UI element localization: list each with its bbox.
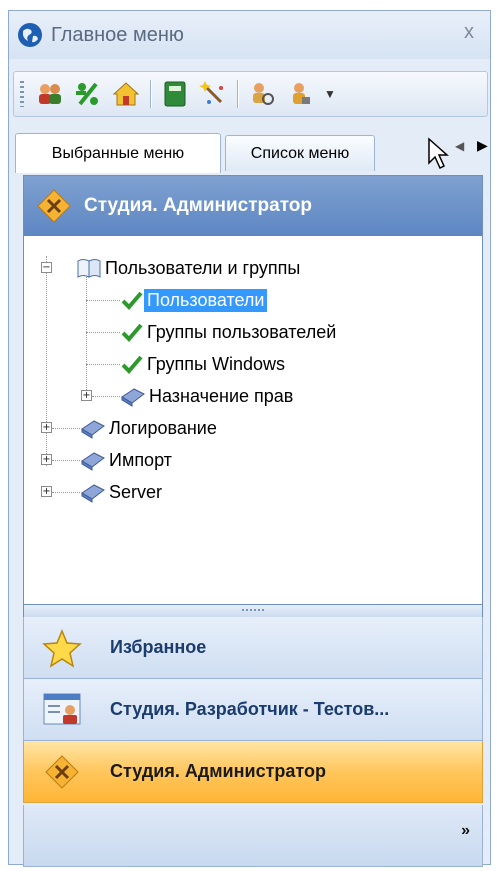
nav-overflow-bar: » — [23, 805, 483, 867]
menu-panel: Студия. Администратор − Пользователи и г… — [23, 175, 483, 605]
tree-expander-expand[interactable]: + — [41, 486, 52, 497]
magic-wand-icon — [199, 81, 223, 104]
find-user-icon — [253, 83, 274, 105]
panel-header: Студия. Администратор — [24, 176, 482, 236]
tree-expander-expand[interactable]: + — [41, 422, 52, 433]
tree-line — [52, 492, 80, 493]
splitter-grip — [242, 609, 266, 611]
tree-line — [52, 428, 80, 429]
checkmark-icon — [121, 291, 143, 310]
toolbar: ▼ — [13, 71, 488, 117]
admin-tools-icon — [45, 754, 79, 789]
nav-label: Студия. Администратор — [110, 761, 326, 781]
closed-book-icon — [81, 420, 105, 439]
nav-developer-studio-button[interactable]: Студия. Разработчик - Тестов... — [23, 679, 483, 741]
tab-label: Список меню — [250, 144, 350, 162]
user-lock-icon — [293, 83, 310, 104]
panel-splitter[interactable] — [23, 605, 483, 617]
checkmark-icon — [121, 355, 143, 374]
book-button[interactable] — [159, 78, 191, 110]
closed-book-icon — [81, 452, 105, 471]
tree-node-label: Пользователи и группы — [105, 257, 301, 278]
nav-label: Студия. Разработчик - Тестов... — [110, 699, 390, 719]
tree-line — [86, 300, 120, 301]
tree-node-server[interactable]: Server — [78, 478, 165, 506]
book-icon — [164, 81, 186, 107]
admin-tools-icon — [37, 189, 71, 223]
tab-scroll-left-button[interactable]: ◀ — [455, 139, 464, 153]
tree-expander-collapse[interactable]: − — [41, 262, 52, 273]
tree-expander-expand[interactable]: + — [81, 390, 92, 401]
tab-menu-list[interactable]: Список меню — [225, 135, 375, 171]
tree-line — [86, 332, 120, 333]
mouse-cursor-icon — [428, 137, 449, 170]
tree-line — [46, 256, 47, 466]
window-title: Главное меню — [51, 23, 184, 46]
tree-node-user-groups[interactable]: Группы пользователей — [120, 318, 339, 346]
percent-icon — [76, 82, 98, 106]
toolbar-dropdown-arrow[interactable]: ▼ — [324, 87, 336, 101]
tree-node-label: Группы Windows — [147, 353, 285, 374]
nav-label: Избранное — [110, 637, 207, 657]
panel-title: Студия. Администратор — [84, 195, 312, 216]
tree-node-users[interactable]: Пользователи — [120, 286, 268, 314]
users-button[interactable] — [34, 78, 66, 110]
closed-book-icon — [81, 484, 105, 503]
toolbar-separator — [150, 80, 151, 108]
tree-line — [52, 460, 80, 461]
home-button[interactable] — [110, 78, 142, 110]
toolbar-separator — [237, 80, 238, 108]
tree-line — [86, 364, 120, 365]
user-lock-button[interactable] — [284, 78, 316, 110]
tree-node-logging[interactable]: Логирование — [78, 414, 220, 442]
wizard-button[interactable] — [197, 78, 229, 110]
tree-node-label: Server — [109, 481, 163, 502]
tree-node-import[interactable]: Импорт — [78, 446, 175, 474]
tree-node-label-selected: Пользователи — [144, 288, 268, 312]
tree-node-label: Логирование — [109, 417, 217, 438]
tree-node-rights-assignment[interactable]: Назначение прав — [118, 382, 296, 410]
nav-favorites-button[interactable]: Избранное — [23, 617, 483, 679]
star-icon — [42, 628, 82, 668]
tab-strip: Выбранные меню Список меню ◀ ▶ — [9, 129, 490, 173]
open-book-icon — [77, 259, 101, 278]
percent-button[interactable] — [72, 78, 104, 110]
closed-book-icon — [121, 388, 145, 407]
main-menu-window: Главное меню x ▼ Выбранные меню Список м… — [8, 10, 491, 867]
nav-admin-studio-button[interactable]: Студия. Администратор — [23, 741, 483, 803]
checkmark-icon — [121, 323, 143, 342]
find-user-button[interactable] — [246, 78, 278, 110]
tree-node-label: Назначение прав — [149, 385, 294, 406]
tree-expander-expand[interactable]: + — [41, 454, 52, 465]
tree-line — [92, 396, 120, 397]
home-icon — [112, 82, 140, 106]
globe-icon — [18, 23, 42, 47]
nav-overflow-button[interactable]: » — [461, 823, 470, 839]
developer-card-icon — [43, 693, 81, 724]
tree-node-windows-groups[interactable]: Группы Windows — [120, 350, 288, 378]
tree-node-label: Группы пользователей — [147, 321, 337, 342]
tab-label: Выбранные меню — [51, 144, 185, 162]
toolbar-grip[interactable] — [20, 81, 24, 107]
tab-selected-menus[interactable]: Выбранные меню — [15, 133, 221, 173]
users-icon — [39, 84, 61, 104]
close-button[interactable]: x — [464, 21, 474, 44]
tab-scroll-right-button[interactable]: ▶ — [477, 137, 488, 154]
tree-node-label: Импорт — [109, 449, 172, 470]
title-bar: Главное меню x — [9, 11, 490, 59]
tree-node-users-and-groups[interactable]: Пользователи и группы — [76, 254, 303, 282]
menu-tree: − Пользователи и группы Пользователи Гру… — [24, 236, 482, 604]
